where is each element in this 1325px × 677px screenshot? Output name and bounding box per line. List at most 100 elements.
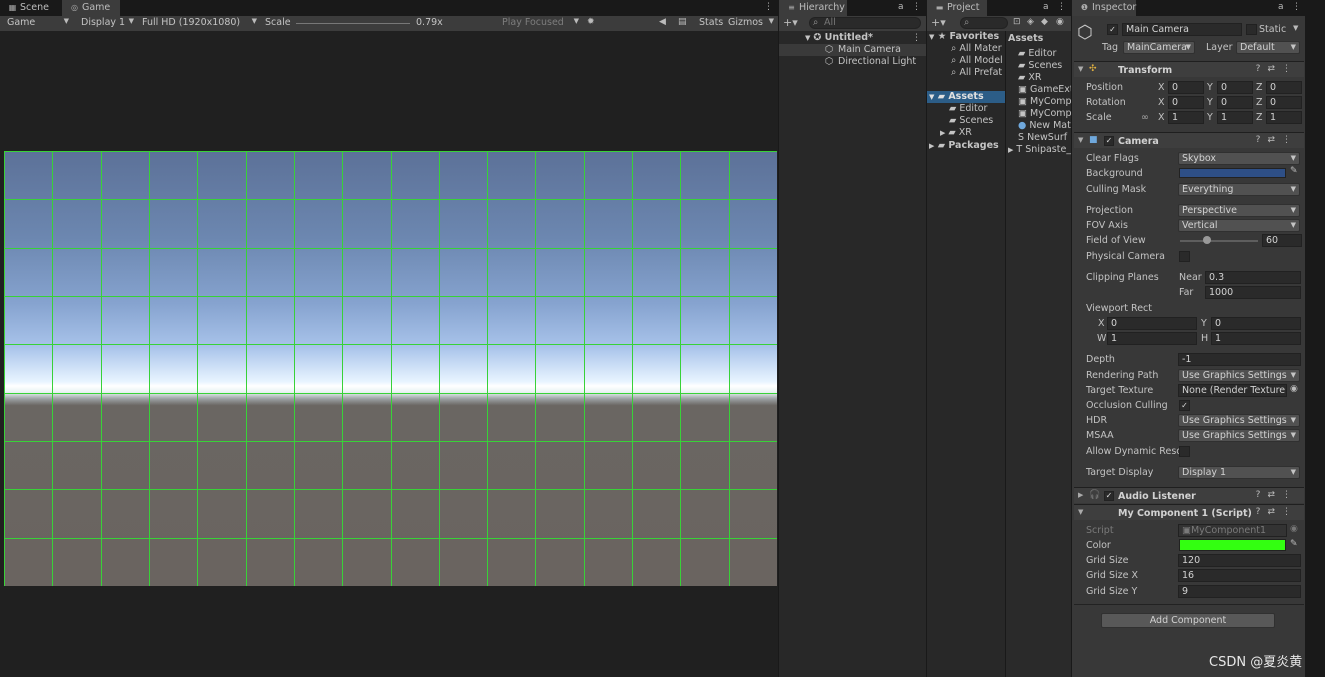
tab-inspector[interactable]: ❶ Inspector bbox=[1072, 0, 1136, 16]
component-header-buttons[interactable]: ?⇄⋮ bbox=[1256, 490, 1298, 500]
lock-icon[interactable]: a bbox=[1043, 2, 1049, 12]
viewport-y-field[interactable]: 0 bbox=[1211, 317, 1301, 330]
filter-label-icon[interactable]: ◈ bbox=[1027, 17, 1034, 27]
bug-icon[interactable]: ✹ bbox=[587, 17, 595, 27]
panel-menu-icon[interactable]: ⋮ bbox=[1057, 2, 1066, 12]
static-checkbox[interactable] bbox=[1246, 24, 1257, 35]
layer-dropdown[interactable]: Default ▼ bbox=[1236, 41, 1300, 54]
far-field[interactable]: 1000 bbox=[1205, 286, 1301, 299]
transform-header[interactable]: ▼ ✣ Transform ?⇄⋮ bbox=[1074, 61, 1304, 77]
target-texture-field[interactable]: None (Render Texture) bbox=[1178, 384, 1287, 397]
hdr-dropdown[interactable]: Use Graphics Settings ▼ bbox=[1178, 414, 1300, 427]
resolution-dropdown[interactable]: Full HD (1920x1080) ▼ bbox=[138, 16, 259, 30]
game-view[interactable] bbox=[4, 151, 777, 586]
tab-hierarchy[interactable]: ≡ Hierarchy bbox=[779, 0, 847, 16]
content-item[interactable]: ● New Mat bbox=[1018, 120, 1071, 132]
component-header-buttons[interactable]: ?⇄⋮ bbox=[1256, 64, 1298, 74]
project-search-input[interactable]: ⌕ bbox=[960, 17, 1008, 29]
rotation-z-field[interactable]: 0 bbox=[1266, 96, 1302, 109]
depth-field[interactable]: -1 bbox=[1178, 353, 1301, 366]
position-y-field[interactable]: 0 bbox=[1217, 81, 1253, 94]
grid-size-x-field[interactable]: 16 bbox=[1178, 569, 1301, 582]
audio-listener-enabled-checkbox[interactable]: ✓ bbox=[1104, 491, 1114, 501]
dynamic-resolution-checkbox[interactable] bbox=[1179, 446, 1190, 457]
play-mode-dropdown[interactable]: Play Focused ▼ bbox=[498, 16, 581, 30]
stats-button[interactable]: Stats bbox=[695, 16, 723, 30]
filter-type-icon[interactable]: ⊡ bbox=[1013, 17, 1021, 27]
content-item[interactable]: ▰ Editor bbox=[1018, 48, 1056, 60]
scale-z-field[interactable]: 1 bbox=[1266, 111, 1302, 124]
scene-menu-icon[interactable]: ⋮ bbox=[912, 33, 921, 43]
content-item[interactable]: ▣ MyComp bbox=[1018, 108, 1071, 120]
near-field[interactable]: 0.3 bbox=[1205, 271, 1301, 284]
viewport-w-field[interactable]: 1 bbox=[1107, 332, 1197, 345]
add-icon[interactable]: +▾ bbox=[783, 16, 798, 29]
tag-icon[interactable]: ◆ bbox=[1041, 17, 1048, 27]
content-item[interactable]: S NewSurf bbox=[1018, 132, 1067, 144]
lock-icon[interactable]: a bbox=[898, 2, 904, 12]
scene-root[interactable]: ▼ ✪ Untitled* bbox=[805, 32, 873, 44]
hierarchy-item-main-camera[interactable]: ⬡ Main Camera bbox=[779, 44, 926, 56]
component-header-buttons[interactable]: ?⇄⋮ bbox=[1256, 507, 1298, 517]
assets-node[interactable]: ▼ ▰ Assets bbox=[927, 91, 1005, 103]
projection-dropdown[interactable]: Perspective ▼ bbox=[1178, 204, 1300, 217]
target-display-dropdown[interactable]: Display 1 ▼ bbox=[1178, 466, 1300, 479]
fov-slider-thumb[interactable] bbox=[1203, 236, 1211, 244]
clear-flags-dropdown[interactable]: Skybox ▼ bbox=[1178, 152, 1300, 165]
tab-project[interactable]: ▬ Project bbox=[927, 0, 987, 16]
packages-node[interactable]: ▶ ▰ Packages bbox=[929, 140, 999, 152]
fov-axis-dropdown[interactable]: Vertical ▼ bbox=[1178, 219, 1300, 232]
component-header-buttons[interactable]: ?⇄⋮ bbox=[1256, 135, 1298, 145]
favorite-item[interactable]: ⌕ All Prefat bbox=[951, 67, 1002, 79]
content-item[interactable]: ▣ GameExt bbox=[1018, 84, 1071, 96]
favorite-item[interactable]: ⌕ All Mater bbox=[951, 43, 1002, 55]
grid-size-y-field[interactable]: 9 bbox=[1178, 585, 1301, 598]
content-item[interactable]: ▰ Scenes bbox=[1018, 60, 1062, 72]
background-color-swatch[interactable] bbox=[1179, 168, 1286, 178]
viewport-h-field[interactable]: 1 bbox=[1211, 332, 1301, 345]
hierarchy-item-directional-light[interactable]: ⬡ Directional Light bbox=[779, 56, 926, 68]
add-icon[interactable]: +▾ bbox=[931, 16, 946, 29]
scale-y-field[interactable]: 1 bbox=[1217, 111, 1253, 124]
active-checkbox[interactable]: ✓ bbox=[1107, 24, 1118, 35]
gizmos-dropdown[interactable]: Gizmos ▼ bbox=[724, 16, 776, 30]
favorite-item[interactable]: ⌕ All Model bbox=[951, 55, 1003, 67]
culling-mask-dropdown[interactable]: Everything ▼ bbox=[1178, 183, 1300, 196]
keyboard-icon[interactable]: ▤ bbox=[678, 17, 687, 27]
scale-slider[interactable] bbox=[296, 23, 410, 24]
grid-size-field[interactable]: 120 bbox=[1178, 554, 1301, 567]
asset-folder-editor[interactable]: ▰ Editor bbox=[949, 103, 987, 115]
mute-audio-icon[interactable]: ◀ bbox=[659, 17, 666, 27]
scale-x-field[interactable]: 1 bbox=[1168, 111, 1204, 124]
rotation-x-field[interactable]: 0 bbox=[1168, 96, 1204, 109]
view-mode-dropdown[interactable]: Game ▼ bbox=[3, 16, 71, 30]
hierarchy-search-input[interactable]: ⌕ All bbox=[809, 17, 921, 29]
hidden-packages-icon[interactable]: ◉ bbox=[1056, 17, 1064, 27]
content-item[interactable]: ▣ MyComp bbox=[1018, 96, 1071, 108]
link-icon[interactable]: ∞ bbox=[1141, 112, 1149, 123]
component-color-swatch[interactable] bbox=[1179, 539, 1286, 551]
object-picker-icon[interactable]: ◉ bbox=[1290, 384, 1298, 394]
content-item[interactable]: ▰ XR bbox=[1018, 72, 1041, 84]
position-z-field[interactable]: 0 bbox=[1266, 81, 1302, 94]
eyedropper-icon[interactable]: ✎ bbox=[1290, 539, 1298, 549]
position-x-field[interactable]: 0 bbox=[1168, 81, 1204, 94]
tab-game[interactable]: ◎ Game bbox=[62, 0, 120, 16]
viewport-x-field[interactable]: 0 bbox=[1107, 317, 1197, 330]
display-dropdown[interactable]: Display 1 ▼ bbox=[77, 16, 136, 30]
object-name-field[interactable]: Main Camera bbox=[1122, 23, 1242, 36]
lock-icon[interactable]: a bbox=[1278, 2, 1284, 12]
favorites-node[interactable]: ▼ ★ Favorites bbox=[929, 31, 999, 43]
eyedropper-icon[interactable]: ✎ bbox=[1290, 166, 1298, 176]
camera-header[interactable]: ▼ ■ ✓ Camera ?⇄⋮ bbox=[1074, 132, 1304, 148]
asset-folder-xr[interactable]: ▶ ▰ XR bbox=[940, 127, 972, 139]
add-component-button[interactable]: Add Component bbox=[1101, 613, 1275, 628]
tag-dropdown[interactable]: MainCamera ▼ bbox=[1123, 41, 1195, 54]
panel-menu-icon[interactable]: ⋮ bbox=[1292, 2, 1301, 12]
audio-listener-header[interactable]: ▶ 🎧 ✓ Audio Listener ?⇄⋮ bbox=[1074, 487, 1304, 503]
rotation-y-field[interactable]: 0 bbox=[1217, 96, 1253, 109]
panel-menu-icon[interactable]: ⋮ bbox=[764, 2, 773, 12]
fov-field[interactable]: 60 bbox=[1262, 234, 1302, 247]
tab-scene[interactable]: ▦ Scene bbox=[0, 0, 62, 16]
physical-camera-checkbox[interactable] bbox=[1179, 251, 1190, 262]
